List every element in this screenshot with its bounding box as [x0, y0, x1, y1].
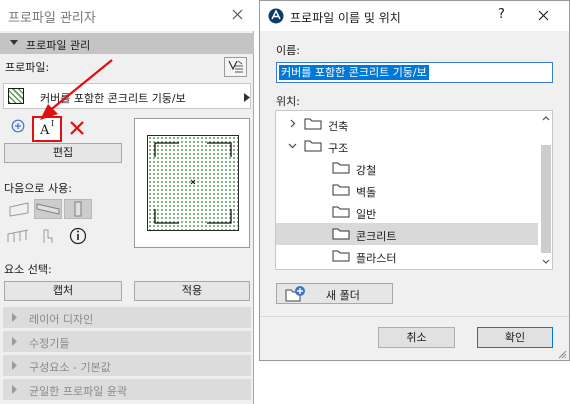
tree-item-label: 벽돌 [356, 186, 377, 199]
tree-item[interactable]: 강철 [276, 157, 538, 179]
use-railing-icon[interactable] [4, 226, 32, 246]
dialog-title: 프로파일 이름 및 위치 [290, 11, 401, 25]
annotation-arrow-icon [38, 58, 118, 124]
tree-item[interactable]: 일반 [276, 201, 538, 223]
tree-item[interactable]: 콘크리트 [276, 223, 538, 245]
add-profile-icon[interactable] [11, 119, 25, 133]
name-field-value: 커버를 포함한 콘크리트 기둥/보 [279, 65, 429, 80]
section-title: 균일한 프로파일 윤곽 [29, 385, 128, 398]
profile-map-button[interactable] [224, 57, 247, 77]
profile-manager-palette: 프로파일 관리자 프로파일 관리 프로파일: 커버를 포함한 콘크리트 기둥/보… [0, 0, 254, 404]
section-title: 구성요소 - 기본값 [29, 361, 111, 374]
section-title: 레이어 디자인 [29, 313, 94, 326]
new-folder-icon [285, 286, 305, 302]
expand-arrow-icon [10, 40, 18, 46]
use-object-icon[interactable] [34, 226, 62, 246]
hatch-swatch-icon [8, 88, 24, 104]
section-header-profile-management[interactable]: 프로파일 관리 [0, 33, 254, 54]
tree-item-label: 구조 [328, 142, 349, 155]
chevron-right-icon[interactable] [288, 119, 297, 128]
app-icon [268, 8, 284, 24]
name-label: 이름: [276, 44, 300, 57]
tree-item-label: 플라스터 [356, 252, 397, 265]
tree-item[interactable]: 구조 [276, 135, 538, 157]
tree-item[interactable]: 벽돌 [276, 179, 538, 201]
folder-icon [304, 116, 322, 131]
section-header-layer-design[interactable]: 레이어 디자인 [3, 307, 251, 328]
tree-item-label: 일반 [356, 208, 377, 221]
collapsed-arrow-icon [12, 313, 18, 322]
section-title: 수정기들 [29, 337, 70, 350]
section-title: 프로파일 관리 [26, 39, 91, 52]
use-column-icon[interactable] [64, 199, 92, 219]
folder-icon [332, 160, 350, 175]
folder-icon [332, 226, 350, 241]
palette-title: 프로파일 관리자 [8, 11, 96, 26]
folder-icon [332, 204, 350, 219]
use-wall-icon[interactable] [4, 199, 32, 219]
collapsed-arrow-icon [12, 337, 18, 346]
capture-button[interactable]: 캡처 [4, 281, 122, 301]
profile-name-location-dialog: 프로파일 이름 및 위치 ? 이름: 커버를 포함한 콘크리트 기둥/보 위치:… [259, 0, 570, 361]
profile-preview [134, 118, 250, 248]
footer-divider [260, 316, 569, 317]
ok-button[interactable]: 확인 [477, 327, 553, 348]
edit-button[interactable]: 편집 [4, 143, 122, 163]
folder-icon [332, 182, 350, 197]
rename-letter-a: A [40, 123, 50, 138]
apply-button[interactable]: 적용 [134, 281, 250, 301]
new-folder-label: 새 폴더 [326, 289, 360, 302]
scrollbar-thumb[interactable] [541, 145, 551, 253]
element-select-label: 요소 선택: [4, 263, 52, 276]
folder-icon [304, 138, 322, 153]
close-icon[interactable] [232, 9, 243, 20]
folder-icon [332, 248, 350, 263]
profile-map-icon [228, 60, 243, 73]
vertical-scrollbar[interactable] [539, 111, 552, 269]
section-header-uniform-profile-contour[interactable]: 균일한 프로파일 윤곽 [3, 379, 251, 400]
collapsed-arrow-icon [12, 385, 18, 394]
section-header-component-defaults[interactable]: 구성요소 - 기본값 [3, 355, 251, 376]
collapsed-arrow-icon [12, 361, 18, 370]
location-tree: 건축구조강철벽돌일반콘크리트플라스터 [275, 110, 553, 270]
use-beam-icon[interactable] [34, 199, 62, 219]
tree-item-label: 건축 [328, 120, 349, 133]
close-icon[interactable] [538, 10, 549, 21]
new-folder-button[interactable]: 새 폴더 [276, 283, 393, 304]
rebar-cover-lines [154, 142, 232, 224]
palette-title-bar: 프로파일 관리자 [0, 0, 254, 31]
tree-item-label: 콘크리트 [356, 230, 397, 243]
location-label: 위치: [276, 95, 300, 108]
dialog-title-bar: 프로파일 이름 및 위치 ? [260, 1, 569, 31]
tree-item-label: 강철 [356, 164, 377, 177]
tree-item[interactable]: 플라스터 [276, 245, 538, 267]
tree-item[interactable]: 건축 [276, 113, 538, 135]
cancel-button[interactable]: 취소 [378, 327, 455, 348]
resize-grip-icon[interactable] [557, 349, 567, 359]
info-icon[interactable] [64, 226, 92, 246]
use-as-label: 다음으로 사용: [4, 182, 72, 195]
chevron-down-icon[interactable] [288, 141, 297, 150]
name-field[interactable]: 커버를 포함한 콘크리트 기둥/보 [276, 62, 553, 83]
chevron-right-icon [244, 93, 250, 102]
help-button[interactable]: ? [498, 7, 505, 22]
section-header-modifiers[interactable]: 수정기들 [3, 331, 251, 352]
